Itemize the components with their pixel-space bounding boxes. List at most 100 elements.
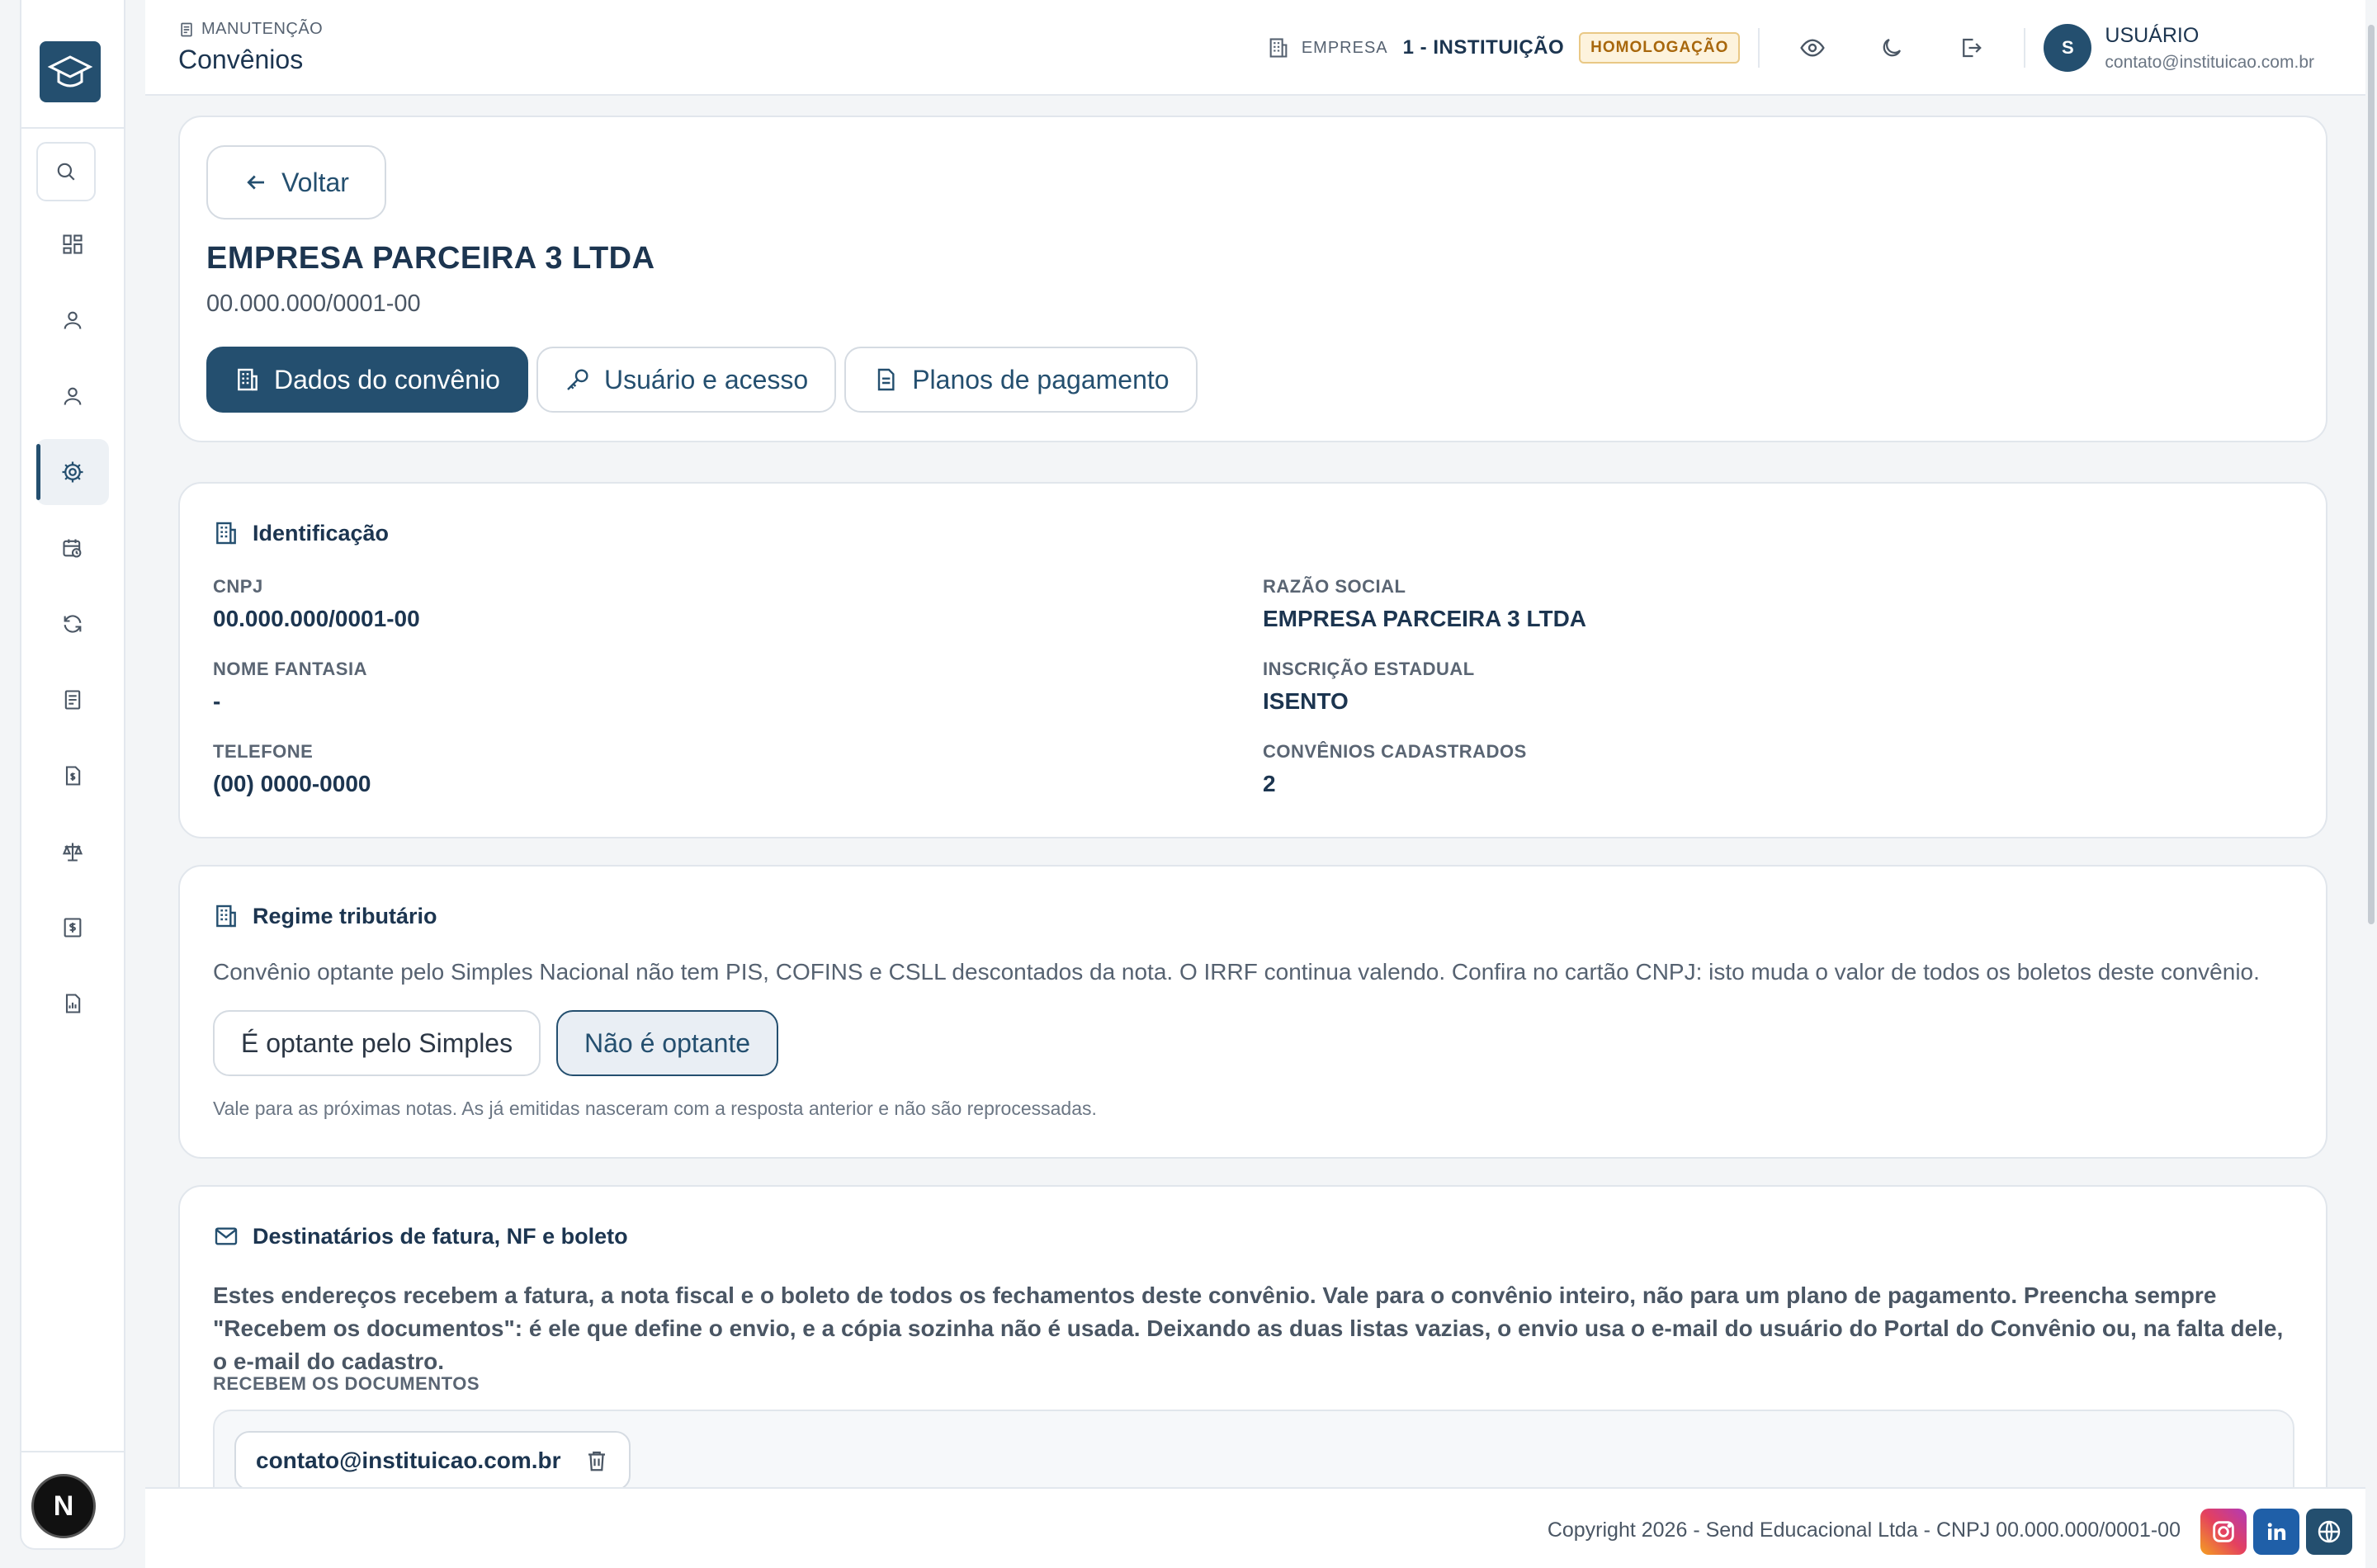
calendar-clock-icon [63, 539, 82, 558]
sidebar-item-legal[interactable] [36, 819, 109, 885]
field-label: RAZÃO SOCIAL [1263, 576, 1406, 597]
regime-description: Convênio optante pelo Simples Nacional n… [213, 959, 2260, 985]
recipient-chip: contato@instituicao.com.br [234, 1431, 631, 1490]
building-icon [238, 368, 258, 391]
field-telefone: TELEFONE (00) 0000-0000 [213, 741, 371, 797]
building-icon [216, 522, 236, 545]
sidebar-item-clients[interactable] [36, 363, 109, 429]
field-razao-social: RAZÃO SOCIAL EMPRESA PARCEIRA 3 LTDA [1263, 576, 1586, 632]
tab-usuario-acesso[interactable]: Usuário e acesso [536, 347, 837, 413]
building-icon [1269, 38, 1288, 58]
user-email: contato@instituicao.com.br [2105, 52, 2314, 72]
website-link[interactable] [2306, 1509, 2352, 1555]
globe-icon [2318, 1520, 2341, 1543]
visibility-toggle-button[interactable] [1788, 23, 1837, 73]
section-title: Regime tributário [253, 903, 437, 928]
tab-label: Planos de pagamento [912, 364, 1170, 394]
logo[interactable] [40, 41, 101, 102]
copyright-text: Copyright 2026 - Send Educacional Ltda -… [1547, 1518, 2181, 1542]
environment-badge: HOMOLOGAÇÃO [1579, 32, 1741, 64]
regime-card: Regime tributário Convênio optante pelo … [178, 865, 2327, 1159]
instagram-icon [2213, 1521, 2234, 1542]
top-header: MANUTENÇÃO Convênios EMPRESA 1 - INSTITU… [145, 0, 2365, 96]
arrow-left-icon [247, 175, 265, 190]
sidebar-item-documents[interactable] [36, 667, 109, 733]
scrollbar-thumb[interactable] [2368, 25, 2375, 924]
field-label: CNPJ [213, 576, 263, 597]
instagram-link[interactable] [2200, 1509, 2247, 1555]
company-value[interactable]: 1 - INSTITUIÇÃO [1403, 36, 1565, 59]
logout-icon [1963, 38, 1982, 58]
scale-icon [62, 843, 83, 862]
tab-dados-convenio[interactable]: Dados do convênio [206, 347, 528, 413]
scrollbar[interactable] [2365, 0, 2377, 1568]
dev-badge-letter: N [53, 1490, 74, 1522]
mail-icon [215, 1227, 238, 1245]
sidebar-item-dashboard[interactable] [36, 211, 109, 277]
identificacao-card: Identificação CNPJ 00.000.000/0001-00 RA… [178, 482, 2327, 838]
field-label: CONVÊNIOS CADASTRADOS [1263, 741, 1527, 762]
sidebar-item-sync[interactable] [36, 591, 109, 657]
linkedin-link[interactable] [2253, 1509, 2299, 1555]
section-header: Destinatários de fatura, NF e boleto [213, 1223, 628, 1249]
key-icon [567, 369, 588, 390]
breadcrumb: MANUTENÇÃO [178, 20, 323, 39]
company-name: EMPRESA PARCEIRA 3 LTDA [206, 241, 655, 276]
company-label: EMPRESA [1301, 38, 1388, 57]
avatar[interactable]: S [2044, 24, 2092, 72]
back-button[interactable]: Voltar [206, 145, 386, 220]
tab-planos-pagamento[interactable]: Planos de pagamento [844, 347, 1198, 413]
logout-button[interactable] [1946, 23, 1996, 73]
document-dollar-icon [65, 766, 81, 786]
sidebar-item-billing[interactable] [36, 895, 109, 961]
field-label: NOME FANTASIA [213, 659, 367, 679]
field-cnpj: CNPJ 00.000.000/0001-00 [213, 576, 420, 632]
sidebar-search-button[interactable] [36, 142, 96, 201]
theme-toggle-button[interactable] [1867, 23, 1916, 73]
search-icon [57, 163, 75, 181]
section-header: Regime tributário [213, 903, 437, 929]
section-title: Destinatários de fatura, NF e boleto [253, 1223, 628, 1249]
linkedin-icon [2267, 1523, 2286, 1540]
document-icon [878, 368, 895, 391]
sidebar: N [20, 0, 125, 1550]
field-value: - [213, 688, 221, 714]
section-header: Identificação [213, 520, 389, 546]
user-info[interactable]: USUÁRIO contato@instituicao.com.br [2105, 24, 2314, 73]
field-value: 00.000.000/0001-00 [213, 606, 420, 631]
user-name: USUÁRIO [2105, 23, 2200, 47]
tab-bar: Dados do convênio Usuário e acesso Plano… [206, 347, 1198, 413]
report-chart-icon [65, 994, 81, 1013]
destinatarios-description: Estes endereços recebem a fatura, a nota… [213, 1282, 2284, 1374]
field-value: (00) 0000-0000 [213, 771, 371, 796]
tab-label: Usuário e acesso [603, 364, 809, 394]
back-button-label: Voltar [281, 167, 349, 197]
field-value: 2 [1263, 771, 1276, 796]
sidebar-item-reports[interactable] [36, 971, 109, 1037]
field-value: ISENTO [1263, 688, 1349, 714]
field-convenios-cadastrados: CONVÊNIOS CADASTRADOS 2 [1263, 741, 1527, 797]
gear-icon [62, 461, 83, 483]
graduation-cap-icon [47, 55, 93, 87]
footer: Copyright 2026 - Send Educacional Ltda -… [145, 1487, 2365, 1568]
field-inscricao-estadual: INSCRIÇÃO ESTADUAL ISENTO [1263, 659, 1475, 715]
dev-badge[interactable]: N [31, 1474, 96, 1538]
option-nao-optante-button[interactable]: Não é optante [556, 1010, 779, 1076]
trash-icon[interactable] [584, 1448, 609, 1473]
sidebar-item-invoices[interactable] [36, 743, 109, 809]
receipt-dollar-icon [64, 918, 82, 937]
sidebar-item-users[interactable] [36, 287, 109, 353]
sidebar-item-schedule[interactable] [36, 515, 109, 581]
document-icon [181, 22, 192, 36]
section-title: Identificação [253, 520, 390, 545]
option-optante-button[interactable]: É optante pelo Simples [213, 1010, 541, 1076]
regime-note: Vale para as próximas notas. As já emiti… [213, 1098, 1097, 1119]
building-icon [216, 904, 236, 928]
sidebar-item-settings[interactable] [36, 439, 109, 505]
user-icon [64, 311, 82, 329]
document-list-icon [64, 690, 81, 710]
recipients-label: RECEBEM OS DOCUMENTOS [213, 1373, 480, 1394]
recipient-email: contato@instituicao.com.br [256, 1448, 561, 1473]
field-nome-fantasia: NOME FANTASIA - [213, 659, 367, 715]
field-value: EMPRESA PARCEIRA 3 LTDA [1263, 606, 1587, 631]
